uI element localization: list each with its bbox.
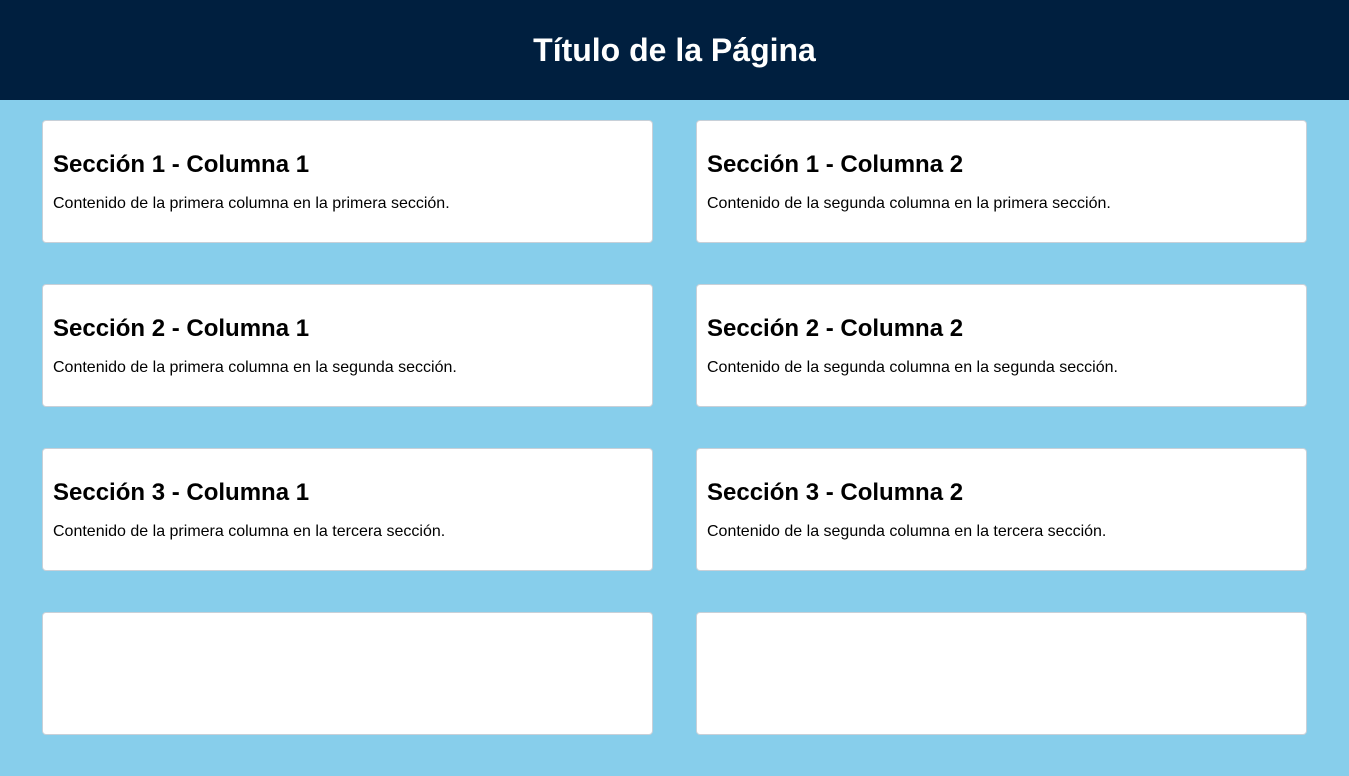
- section-card-text: Contenido de la primera columna en la se…: [53, 359, 457, 376]
- page-header: Título de la Página: [0, 0, 1349, 100]
- section-3-column-2-card: Sección 3 - Columna 2 Contenido de la se…: [696, 448, 1307, 571]
- page-title: Título de la Página: [533, 31, 816, 68]
- section-3-column-1-card: Sección 3 - Columna 1 Contenido de la pr…: [42, 448, 653, 571]
- section-card-title: Sección 3 - Columna 2: [707, 479, 964, 506]
- section-row-3: Sección 3 - Columna 1 Contenido de la pr…: [42, 448, 1307, 571]
- section-2-column-2-card: Sección 2 - Columna 2 Contenido de la se…: [696, 284, 1307, 407]
- section-card-title: Sección 2 - Columna 1: [53, 315, 310, 342]
- section-row-1: Sección 1 - Columna 1 Contenido de la pr…: [42, 120, 1307, 243]
- section-1-column-2-card: Sección 1 - Columna 2 Contenido de la se…: [696, 120, 1307, 243]
- section-card-text: Contenido de la segunda columna en la se…: [707, 359, 1118, 376]
- section-card-title: Sección 1 - Columna 2: [707, 151, 964, 178]
- section-row-4: [42, 612, 1307, 735]
- section-4-column-2-card: [696, 612, 1307, 735]
- section-card-text: Contenido de la segunda columna en la te…: [707, 523, 1107, 540]
- section-card-title: Sección 2 - Columna 2: [707, 315, 964, 342]
- section-4-column-1-card: [42, 612, 653, 735]
- section-card-title: Sección 3 - Columna 1: [53, 479, 310, 506]
- section-1-column-1-card: Sección 1 - Columna 1 Contenido de la pr…: [42, 120, 653, 243]
- sections-grid: Sección 1 - Columna 1 Contenido de la pr…: [42, 120, 1307, 776]
- section-row-2: Sección 2 - Columna 1 Contenido de la pr…: [42, 284, 1307, 407]
- section-2-column-1-card: Sección 2 - Columna 1 Contenido de la pr…: [42, 284, 653, 407]
- section-card-text: Contenido de la segunda columna en la pr…: [707, 195, 1111, 212]
- section-card-title: Sección 1 - Columna 1: [53, 151, 310, 178]
- section-card-text: Contenido de la primera columna en la pr…: [53, 195, 450, 212]
- section-card-text: Contenido de la primera columna en la te…: [53, 523, 446, 540]
